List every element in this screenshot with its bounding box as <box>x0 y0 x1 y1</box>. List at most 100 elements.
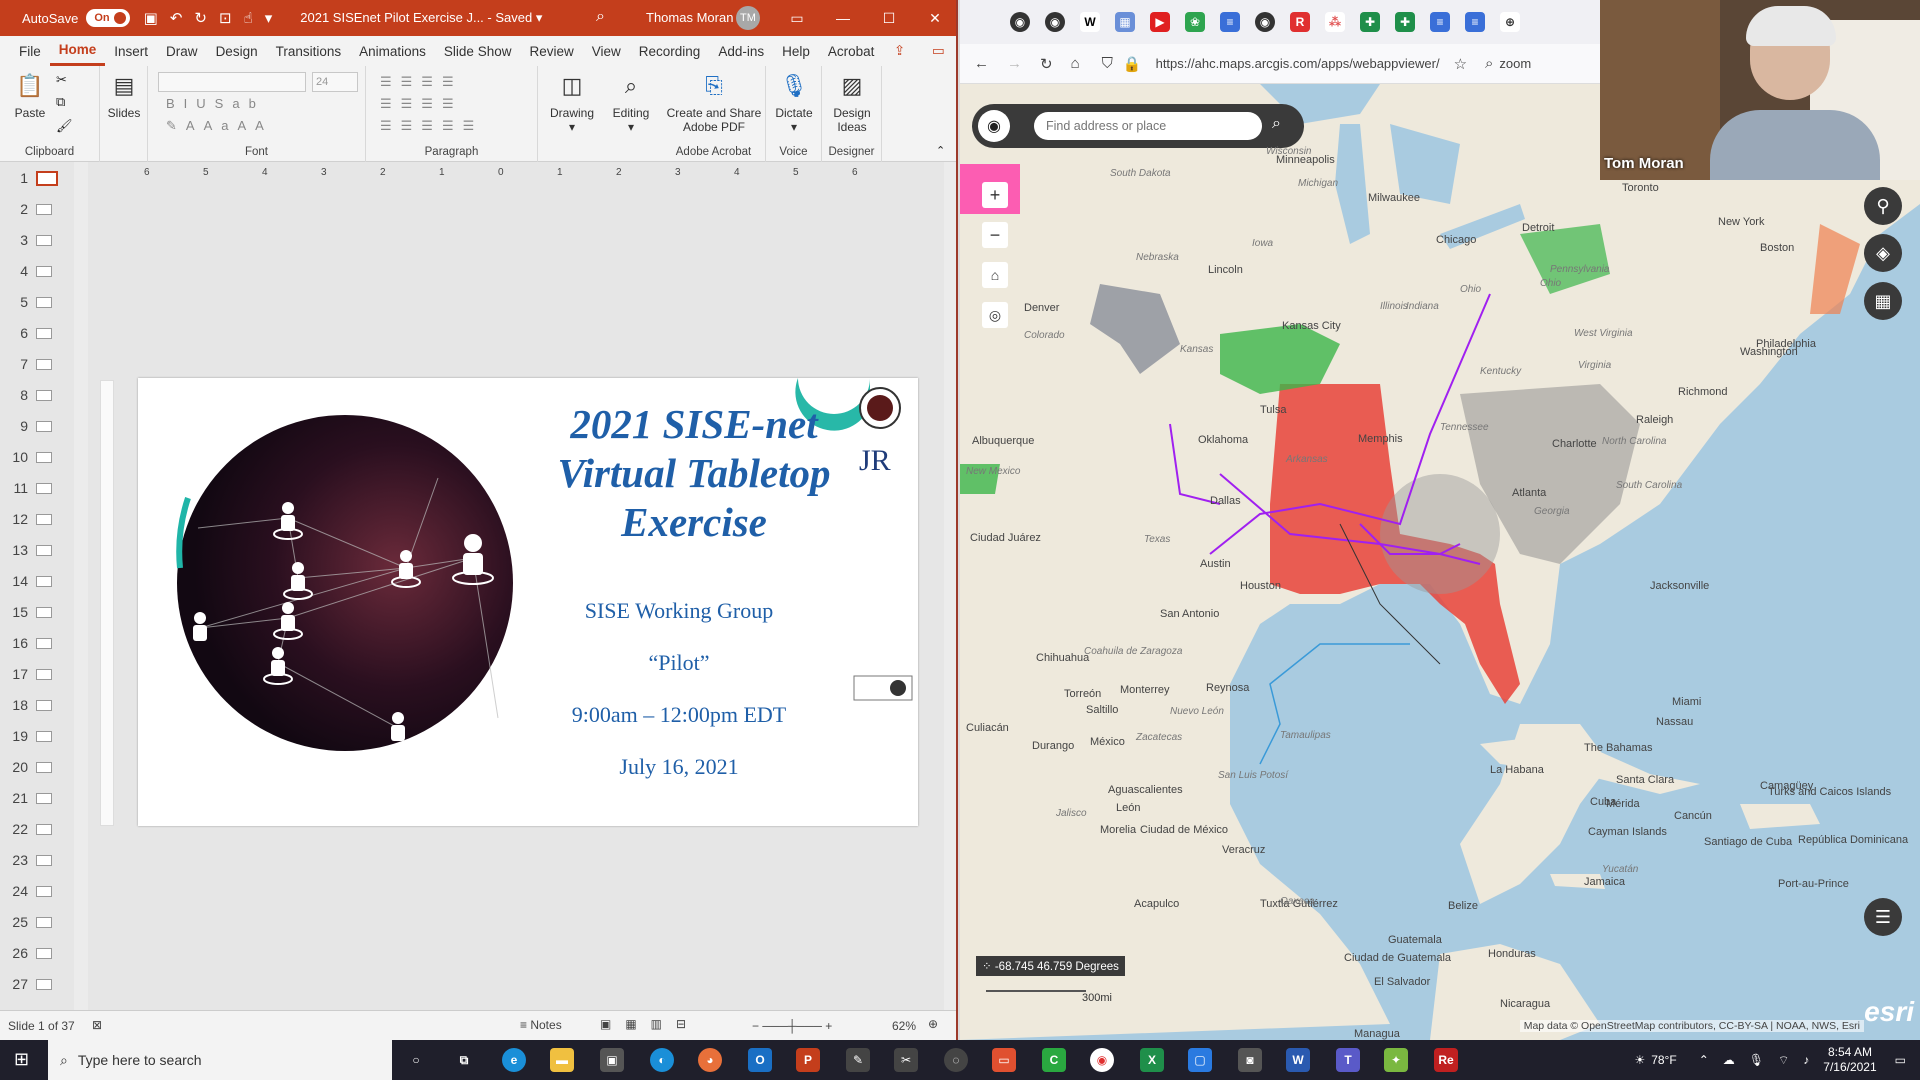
home-icon[interactable]: ⌂ <box>1071 55 1080 72</box>
create-share-pdf-button[interactable]: ⎘ Create and Share Adobe PDF <box>664 70 764 135</box>
editing-button[interactable]: ⌕ Editing ▾ <box>604 70 658 135</box>
globe-icon[interactable]: ⊕ <box>1500 12 1520 32</box>
tab-design[interactable]: Design <box>207 36 267 66</box>
notifications-icon[interactable]: ▭ <box>1895 1053 1906 1067</box>
outlook-icon[interactable]: O <box>748 1048 772 1072</box>
weather-temp[interactable]: 78°F <box>1651 1053 1676 1067</box>
org-logo-icon[interactable]: ◉ <box>978 110 1010 142</box>
document-title[interactable]: 2021 SISEnet Pilot Exercise J... - Saved… <box>300 10 542 26</box>
font-size-box[interactable]: 24 <box>312 72 358 92</box>
store-icon[interactable]: ▣ <box>600 1048 624 1072</box>
evernote-icon[interactable]: ❀ <box>1185 12 1205 32</box>
tray-chevron-icon[interactable]: ⌃ <box>1699 1053 1709 1067</box>
tab-file[interactable]: File <box>10 36 50 66</box>
search-icon[interactable]: ⌕ <box>1272 115 1281 133</box>
copy-icon[interactable]: ⧉ <box>56 94 65 110</box>
legend-list-icon[interactable]: ☰ <box>1864 898 1902 936</box>
bookmark-seal-icon-3[interactable]: ◉ <box>1255 12 1275 32</box>
format-painter-icon[interactable]: 🖌 <box>56 118 73 134</box>
docs-icon-3[interactable]: ≡ <box>1465 12 1485 32</box>
undo-icon[interactable]: ↶ <box>170 9 183 27</box>
bookmark-seal-icon[interactable]: ◉ <box>1010 12 1030 32</box>
task-view-icon[interactable]: ⧉ <box>452 1048 476 1072</box>
tab-animations[interactable]: Animations <box>350 36 435 66</box>
bookmark-app-icon[interactable]: ▦ <box>1115 12 1135 32</box>
save-icon[interactable]: ▣ <box>144 9 158 27</box>
layers-icon[interactable]: ◈ <box>1864 234 1902 272</box>
collapse-ribbon-icon[interactable]: ⌃ <box>936 144 945 157</box>
zoom-app-icon[interactable]: ▢ <box>1188 1048 1212 1072</box>
asana-icon[interactable]: ⁂ <box>1325 12 1345 32</box>
forward-icon[interactable]: → <box>1007 55 1022 72</box>
tab-recording[interactable]: Recording <box>630 36 710 66</box>
edge-icon[interactable]: e <box>502 1048 526 1072</box>
tab-slide-show[interactable]: Slide Show <box>435 36 521 66</box>
firefox-icon[interactable]: ◕ <box>698 1048 722 1072</box>
tab-draw[interactable]: Draw <box>157 36 207 66</box>
word-icon[interactable]: W <box>1286 1048 1310 1072</box>
find-address-input[interactable] <box>1034 112 1262 140</box>
home-extent-icon[interactable]: ⌂ <box>982 262 1008 288</box>
wifi-icon[interactable]: ⌔ <box>1778 1053 1789 1068</box>
search-icon[interactable]: ⌕ <box>596 8 605 26</box>
map-view[interactable]: ◉ ⌕ + − ⌂ ◎ ⚲ ◈ ▦ ☰ MinneapolisMilwaukee… <box>960 84 1920 1040</box>
windows-start-icon[interactable]: ⊞ <box>14 1049 29 1070</box>
taskbar-search[interactable]: ⌕ Type here to search <box>48 1040 392 1080</box>
app-re-icon[interactable]: Re <box>1434 1048 1458 1072</box>
app-lime-icon[interactable]: ✦ <box>1384 1048 1408 1072</box>
powerpoint-icon[interactable]: P <box>796 1048 820 1072</box>
onedrive-icon[interactable]: ☁ <box>1723 1053 1735 1067</box>
find-input[interactable]: zoom <box>1499 56 1531 71</box>
bookmark-r-icon[interactable]: R <box>1290 12 1310 32</box>
tab-view[interactable]: View <box>583 36 630 66</box>
view-buttons[interactable]: ▣▦▥⊟ <box>600 1017 700 1031</box>
paste-button[interactable]: 📋 Paste <box>10 70 50 121</box>
notes-button[interactable]: ≡ Notes <box>520 1018 562 1032</box>
microphone-icon[interactable]: 🎙 <box>1749 1053 1764 1067</box>
back-icon[interactable]: ← <box>974 55 989 72</box>
bookmark-seal-icon-2[interactable]: ◉ <box>1045 12 1065 32</box>
file-explorer-icon[interactable]: ▬ <box>550 1048 574 1072</box>
close-icon[interactable]: ✕ <box>912 0 956 36</box>
app-circle-icon[interactable]: ◌ <box>944 1048 968 1072</box>
font-color-row[interactable]: ✎AAaAA <box>166 118 273 134</box>
volume-icon[interactable]: ♪ <box>1803 1053 1809 1067</box>
tab-acrobat[interactable]: Acrobat <box>819 36 884 66</box>
fit-slide-icon[interactable]: ⊕ <box>928 1017 938 1031</box>
docs-icon-2[interactable]: ≡ <box>1430 12 1450 32</box>
user-avatar[interactable]: TM <box>736 6 760 30</box>
zoom-in-button[interactable]: + <box>982 182 1008 208</box>
font-name-box[interactable] <box>158 72 306 92</box>
editor-scrollbar[interactable] <box>944 162 956 1010</box>
maximize-icon[interactable]: ☐ <box>866 0 912 36</box>
shield-icon[interactable]: ⛉ <box>1102 55 1113 72</box>
cut-icon[interactable]: ✂ <box>56 72 67 88</box>
snip-icon[interactable]: ✂ <box>894 1048 918 1072</box>
zoom-level[interactable]: 62% <box>892 1019 916 1033</box>
sheets-icon[interactable]: ✚ <box>1360 12 1380 32</box>
chrome-icon[interactable]: ◉ <box>1090 1048 1114 1072</box>
zoom-slider[interactable]: − ───┼─── + <box>752 1019 832 1033</box>
design-ideas-button[interactable]: ▨ Design Ideas <box>824 70 880 135</box>
indent-row[interactable]: ☰☰☰☰ <box>380 96 463 112</box>
reload-icon[interactable]: ↻ <box>1040 55 1053 73</box>
tab-review[interactable]: Review <box>520 36 582 66</box>
tab-insert[interactable]: Insert <box>105 36 157 66</box>
basemap-icon[interactable]: ⚲ <box>1864 187 1902 225</box>
zoom-out-button[interactable]: − <box>982 222 1008 248</box>
sheets-icon-2[interactable]: ✚ <box>1395 12 1415 32</box>
comments-icon[interactable]: ▭ <box>932 43 945 59</box>
cortana-icon[interactable]: ○ <box>404 1048 428 1072</box>
minimize-icon[interactable]: — <box>820 0 866 36</box>
slide-canvas[interactable]: JR 2021 SISE-net Virtual Tabletop Exerci… <box>138 378 918 826</box>
pen-app-icon[interactable]: ✎ <box>846 1048 870 1072</box>
excel-icon[interactable]: X <box>1140 1048 1164 1072</box>
widgets-grid-icon[interactable]: ▦ <box>1864 282 1902 320</box>
tab-transitions[interactable]: Transitions <box>267 36 351 66</box>
touch-mode-icon[interactable]: ☝ <box>244 9 253 27</box>
ribbon-display-icon[interactable]: ▭ <box>774 0 820 36</box>
tab-home[interactable]: Home <box>49 36 106 66</box>
list-row[interactable]: ☰☰☰☰ <box>380 74 463 90</box>
present-icon[interactable]: ⊡ <box>219 9 232 27</box>
tab-help[interactable]: Help <box>773 36 819 66</box>
